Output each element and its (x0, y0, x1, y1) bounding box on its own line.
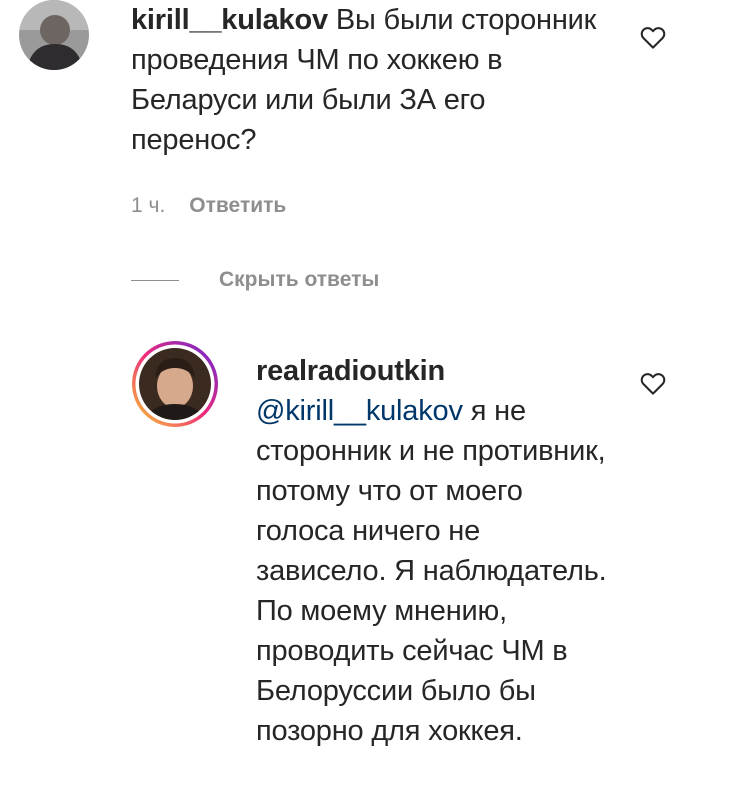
comment-text-block: kirill__kulakov Вы были сторонник проведе… (131, 0, 601, 160)
divider-line (131, 279, 179, 281)
reply-text: я не сторонник и не противник, потому чт… (256, 395, 607, 747)
reply-text-block: realradioutkin @kirill__kulakov я не стор… (256, 351, 611, 751)
reply-mention-link[interactable]: @kirill__kulakov (256, 395, 463, 427)
heart-outline-icon[interactable] (638, 368, 668, 398)
hide-replies-label: Скрыть ответы (219, 268, 380, 291)
reply-button[interactable]: Ответить (189, 194, 286, 217)
comment-timestamp: 1 ч. (131, 194, 166, 217)
avatar[interactable] (19, 0, 89, 70)
hide-replies-button[interactable]: Скрыть ответы (131, 265, 379, 295)
comment-meta: 1 ч. Ответить (131, 194, 286, 218)
avatar-story-ring[interactable] (131, 340, 219, 428)
heart-outline-icon[interactable] (638, 22, 668, 52)
reply-username[interactable]: realradioutkin (256, 355, 445, 387)
comment-username[interactable]: kirill__kulakov (131, 4, 328, 36)
